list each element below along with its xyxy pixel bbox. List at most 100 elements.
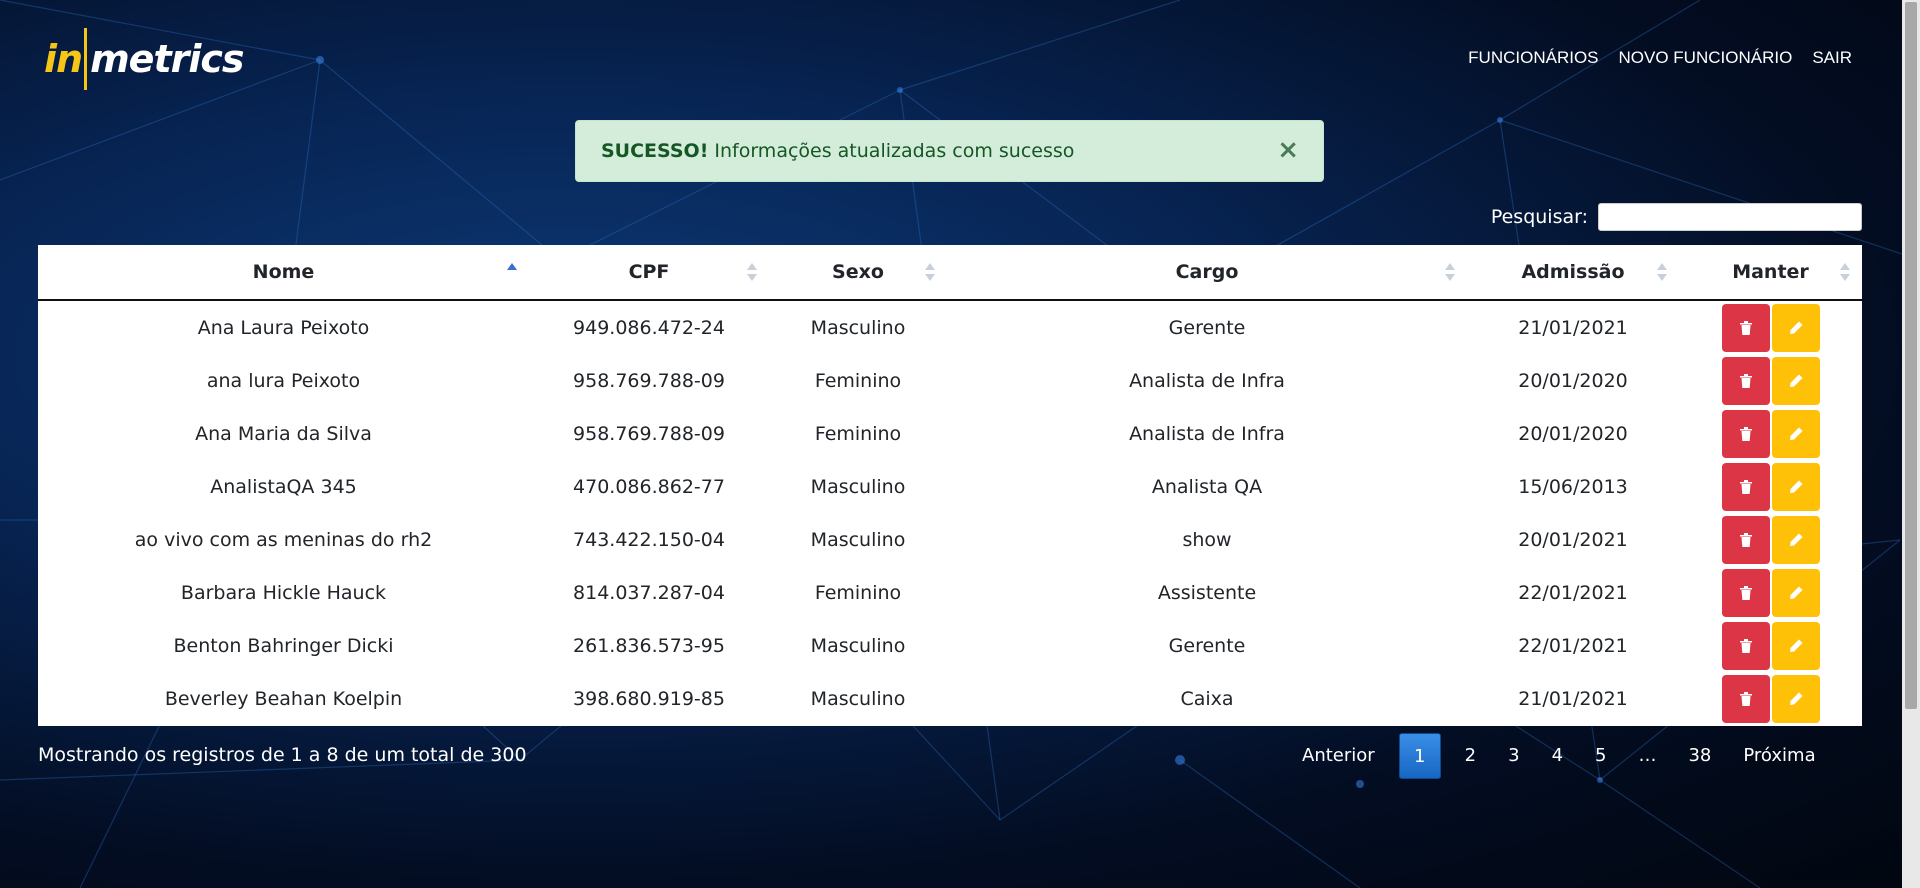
column-header-sexo[interactable]: Sexo	[769, 245, 947, 301]
employees-table: Nome CPF Sexo Cargo Admissão Manter Ana …	[38, 245, 1862, 726]
pencil-icon	[1789, 639, 1802, 652]
sort-asc-icon	[507, 263, 517, 283]
pencil-icon	[1789, 427, 1802, 440]
pagination-previous[interactable]: Anterior	[1286, 733, 1391, 779]
trash-icon	[1739, 373, 1752, 388]
pencil-icon	[1789, 374, 1802, 387]
delete-button[interactable]	[1721, 568, 1770, 617]
cell-sexo: Masculino	[810, 528, 906, 551]
table-row: ao vivo com as meninas do rh2 743.422.15…	[38, 513, 1862, 566]
cell-cpf: 261.836.573-95	[573, 634, 725, 657]
logo-divider	[84, 28, 88, 90]
cell-cargo: Analista de Infra	[1129, 422, 1285, 445]
cell-cargo: Analista de Infra	[1129, 369, 1285, 392]
cell-cargo: Analista QA	[1151, 475, 1263, 498]
sort-icon	[925, 263, 935, 283]
edit-button[interactable]	[1771, 356, 1820, 405]
search-box: Pesquisar:	[1491, 203, 1862, 231]
cell-nome: Ana Laura Peixoto	[197, 316, 370, 339]
page-38[interactable]: 38	[1672, 733, 1727, 779]
cell-actions	[1679, 672, 1862, 725]
cell-cargo: show	[1182, 528, 1232, 551]
edit-button[interactable]	[1771, 674, 1820, 723]
inmetrics-logo[interactable]: in metrics	[44, 28, 245, 90]
cell-cpf: 398.680.919-85	[573, 687, 725, 710]
column-header-cpf[interactable]: CPF	[529, 245, 769, 301]
trash-icon	[1739, 585, 1752, 600]
page-2[interactable]: 2	[1449, 733, 1492, 779]
cell-nome: Beverley Beahan Koelpin	[164, 687, 403, 710]
column-header-manter[interactable]: Manter	[1679, 245, 1862, 301]
table-row: Barbara Hickle Hauck 814.037.287-04 Femi…	[38, 566, 1862, 619]
table-row: Beverley Beahan Koelpin 398.680.919-85 M…	[38, 672, 1862, 725]
vertical-scrollbar[interactable]	[1902, 0, 1920, 888]
alert-message: Informações atualizadas com sucesso	[714, 140, 1075, 162]
trash-icon	[1739, 479, 1752, 494]
nav-funcionarios[interactable]: FUNCIONÁRIOS	[1468, 48, 1598, 68]
edit-button[interactable]	[1771, 515, 1820, 564]
column-header-nome[interactable]: Nome	[38, 245, 529, 301]
delete-button[interactable]	[1721, 621, 1770, 670]
cell-cpf: 743.422.150-04	[573, 528, 725, 551]
cell-cpf: 958.769.788-09	[573, 369, 725, 392]
pencil-icon	[1789, 480, 1802, 493]
cell-admissao: 21/01/2021	[1518, 687, 1628, 710]
pagination: Anterior 1 2 3 4 5 … 38 Próxima	[1286, 733, 1832, 779]
edit-button[interactable]	[1771, 303, 1820, 352]
cell-cargo: Caixa	[1180, 687, 1234, 710]
cell-sexo: Masculino	[810, 687, 906, 710]
pagination-next[interactable]: Próxima	[1727, 733, 1831, 779]
delete-button[interactable]	[1721, 462, 1770, 511]
pencil-icon	[1789, 586, 1802, 599]
page-5[interactable]: 5	[1579, 733, 1622, 779]
cell-admissao: 21/01/2021	[1518, 316, 1628, 339]
search-label: Pesquisar:	[1490, 206, 1588, 228]
page-3[interactable]: 3	[1492, 733, 1535, 779]
table-row: ana lura Peixoto 958.769.788-09 Feminino…	[38, 354, 1862, 407]
records-info: Mostrando os registros de 1 a 8 de um to…	[38, 744, 527, 766]
logo-text-metrics: metrics	[90, 37, 244, 81]
cell-nome: AnalistaQA 345	[210, 475, 357, 498]
cell-sexo: Feminino	[814, 581, 902, 604]
cell-cargo: Gerente	[1168, 634, 1246, 657]
cell-actions	[1679, 300, 1862, 354]
delete-button[interactable]	[1721, 515, 1770, 564]
cell-admissao: 20/01/2021	[1518, 528, 1628, 551]
edit-button[interactable]	[1771, 568, 1820, 617]
edit-button[interactable]	[1771, 409, 1820, 458]
page-1[interactable]: 1	[1398, 733, 1441, 779]
cell-actions	[1679, 354, 1862, 407]
cell-actions	[1679, 619, 1862, 672]
top-nav: FUNCIONÁRIOS NOVO FUNCIONÁRIO SAIR	[1468, 48, 1852, 68]
column-header-admissao[interactable]: Admissão	[1467, 245, 1679, 301]
trash-icon	[1739, 426, 1752, 441]
cell-nome: Ana Maria da Silva	[195, 422, 372, 445]
search-input[interactable]	[1598, 203, 1862, 231]
scrollbar-thumb[interactable]	[1905, 2, 1917, 709]
sort-icon	[747, 263, 757, 283]
cell-cpf: 958.769.788-09	[573, 422, 725, 445]
column-header-cargo[interactable]: Cargo	[947, 245, 1467, 301]
delete-button[interactable]	[1721, 356, 1770, 405]
edit-button[interactable]	[1771, 462, 1820, 511]
cell-sexo: Feminino	[814, 369, 902, 392]
trash-icon	[1739, 532, 1752, 547]
edit-button[interactable]	[1771, 621, 1820, 670]
nav-novo-funcionario[interactable]: NOVO FUNCIONÁRIO	[1619, 48, 1793, 68]
cell-admissao: 15/06/2013	[1518, 475, 1628, 498]
cell-nome: ao vivo com as meninas do rh2	[134, 528, 433, 551]
delete-button[interactable]	[1721, 409, 1770, 458]
cell-cpf: 470.086.862-77	[573, 475, 725, 498]
trash-icon	[1739, 638, 1752, 653]
logo-text-in: in	[44, 37, 83, 81]
cell-actions	[1679, 513, 1862, 566]
delete-button[interactable]	[1721, 674, 1770, 723]
page-4[interactable]: 4	[1536, 733, 1579, 779]
cell-admissao: 22/01/2021	[1518, 634, 1628, 657]
cell-admissao: 20/01/2020	[1518, 369, 1628, 392]
nav-sair[interactable]: SAIR	[1812, 48, 1852, 68]
close-icon[interactable]: ×	[1277, 135, 1299, 165]
sort-icon	[1840, 263, 1850, 283]
cell-nome: Barbara Hickle Hauck	[180, 581, 387, 604]
delete-button[interactable]	[1721, 303, 1770, 352]
